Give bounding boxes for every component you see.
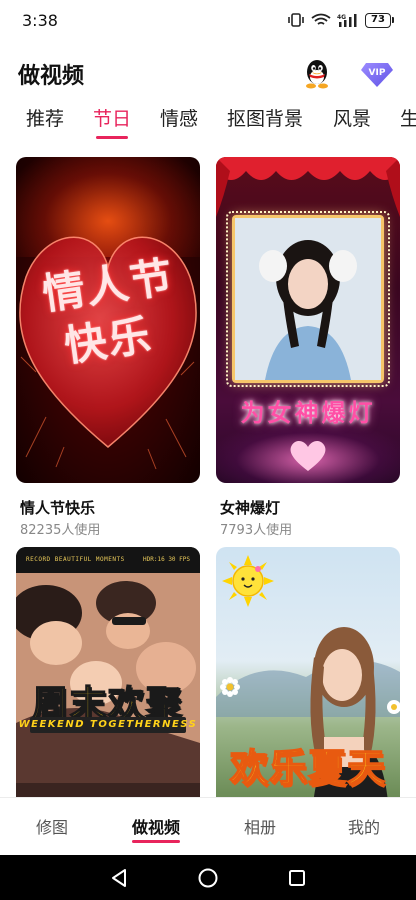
system-navigation-bar — [0, 855, 416, 900]
tab-cutout-background[interactable]: 抠图背景 — [227, 104, 303, 144]
home-button[interactable] — [193, 863, 223, 893]
battery-level: 73 — [365, 12, 391, 28]
template-card-valentine[interactable]: 情人节 快乐 情人节快乐 82235人使用 — [16, 157, 200, 538]
cellular-signal-icon: 4G — [337, 13, 359, 27]
tab-recommend[interactable]: 推荐 — [26, 104, 64, 144]
tab-scenery[interactable]: 风景 — [333, 104, 371, 144]
wifi-icon — [311, 13, 331, 27]
card-thumbnail: 为女神爆灯 — [216, 157, 400, 483]
nav-make-video[interactable]: 做视频 — [104, 798, 208, 856]
tab-festival[interactable]: 节日 — [93, 104, 131, 144]
card-overlay-subtitle: WEEKEND TOGETHERNESS — [18, 719, 198, 730]
header: 做视频 VIP — [0, 52, 416, 96]
card-usage-count: 7793人使用 — [220, 523, 293, 538]
status-icons: 4G 73 — [287, 12, 394, 28]
nav-edit-photo[interactable]: 修图 — [0, 798, 104, 856]
nav-label: 相册 — [243, 818, 276, 837]
status-time: 3:38 — [22, 10, 58, 30]
recents-square-icon — [289, 870, 305, 886]
tab-emotion[interactable]: 情感 — [160, 104, 198, 144]
tab-label: 风景 — [333, 108, 372, 130]
card-thumbnail: 情人节 快乐 — [16, 157, 200, 483]
tab-label: 节日 — [93, 108, 132, 130]
svg-text:VIP: VIP — [369, 68, 386, 78]
battery-icon: 73 — [365, 12, 394, 28]
card-caption-left: RECORD BEAUTIFUL MOMENTS — [26, 556, 125, 563]
status-bar: 3:38 4G 73 — [0, 0, 416, 40]
tab-label: 抠图背景 — [227, 108, 304, 130]
screen: 3:38 4G 73 做视频 VIP 推荐 节日 情感 抠图背景 风景 生 情人… — [0, 0, 416, 900]
category-tabs: 推荐 节日 情感 抠图背景 风景 生 — [0, 104, 416, 144]
card-title: 女神爆灯 — [220, 499, 281, 517]
back-button[interactable] — [104, 863, 134, 893]
sun-sticker-icon — [222, 555, 274, 607]
card-caption-right: HDR:16 30 FPS — [143, 556, 190, 563]
card-usage-count: 82235人使用 — [20, 523, 101, 538]
home-circle-icon — [198, 868, 218, 888]
nav-label: 修图 — [35, 818, 68, 837]
header-actions: VIP — [300, 57, 394, 91]
nav-album[interactable]: 相册 — [208, 798, 312, 856]
back-triangle-icon — [112, 869, 126, 887]
recents-button[interactable] — [282, 863, 312, 893]
nav-profile[interactable]: 我的 — [312, 798, 416, 856]
card-overlay-title: 欢乐夏天 — [229, 745, 386, 791]
tab-life[interactable]: 生 — [400, 104, 416, 144]
tab-label: 生 — [400, 108, 416, 130]
tab-label: 情感 — [160, 108, 199, 130]
tab-label: 推荐 — [26, 108, 65, 130]
qq-penguin-icon — [306, 60, 328, 89]
vip-diamond-icon: VIP — [361, 63, 393, 87]
heart-icon — [290, 441, 326, 471]
card-overlay-title: 为女神爆灯 — [240, 399, 376, 427]
vip-button[interactable]: VIP — [360, 57, 394, 91]
page-title: 做视频 — [18, 64, 85, 89]
nav-label: 我的 — [347, 818, 380, 837]
card-title: 情人节快乐 — [20, 499, 96, 517]
nav-active-indicator — [132, 840, 180, 843]
tab-active-indicator — [96, 136, 129, 139]
svg-text:4G: 4G — [337, 14, 346, 21]
nav-label: 做视频 — [131, 818, 180, 837]
daisy-icon — [220, 677, 240, 697]
stage-curtain-graphic — [216, 157, 400, 217]
vibrate-icon — [287, 13, 305, 27]
template-card-goddess[interactable]: 为女神爆灯 女神爆灯 7793人使用 — [216, 157, 400, 538]
qq-button[interactable] — [300, 57, 334, 91]
bottom-navigation: 修图 做视频 相册 我的 — [0, 797, 416, 855]
